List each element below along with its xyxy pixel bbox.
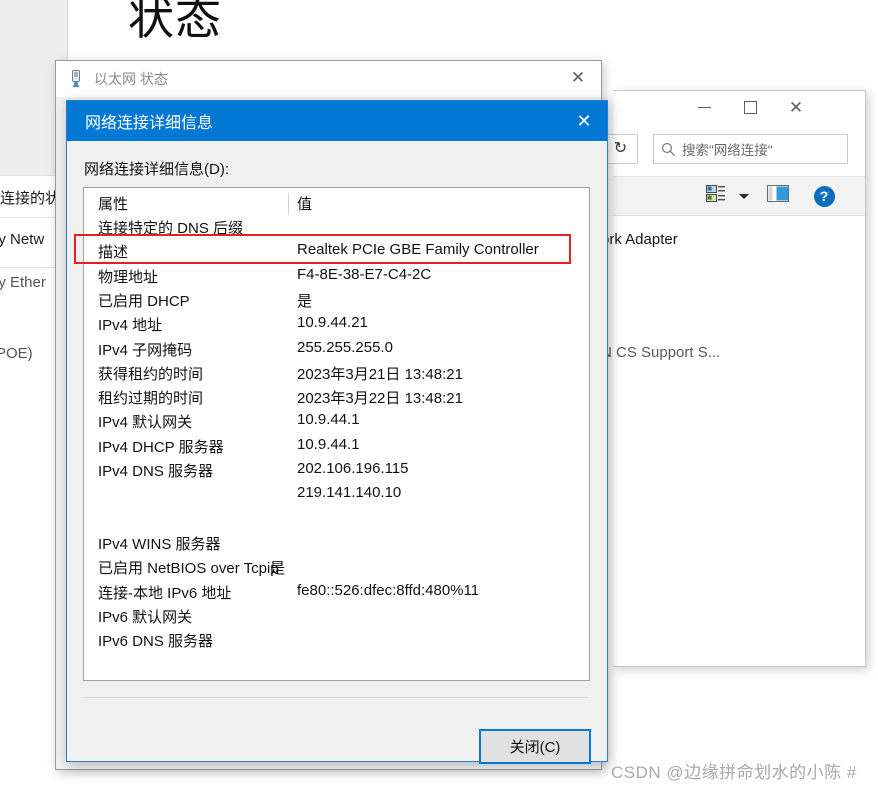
close-button[interactable]: ✕ [555, 61, 601, 95]
minimize-button[interactable] [681, 91, 727, 123]
table-row[interactable]: IPv6 DNS 服务器 [84, 629, 589, 653]
table-row[interactable]: IPv6 默认网关 [84, 605, 589, 629]
page-title: 状态 [128, 0, 222, 44]
address-search-row: ↻ 搜索"网络连接" [604, 129, 865, 176]
row-value: F4-8E-38-E7-C4-2C [297, 265, 432, 283]
row-value: Realtek PCIe GBE Family Controller [297, 241, 539, 259]
network-connection-details-dialog: 网络连接详细信息 ✕ 网络连接详细信息(D): 属性 值 连接特定的 DNS 后… [66, 100, 608, 764]
list-item[interactable]: POE) [0, 345, 33, 362]
row-value: 是 [297, 292, 313, 310]
table-row[interactable]: IPv4 WINS 服务器 [84, 532, 589, 556]
view-mode-dropdown-button[interactable] [735, 181, 753, 211]
table-row[interactable]: 连接特定的 DNS 后缀 [84, 216, 589, 240]
row-property: 物理地址 [98, 268, 159, 286]
row-value: 2023年3月21日 13:48:21 [297, 365, 463, 383]
table-row[interactable]: 已启用 NetBIOS over Tcpip 是 [84, 556, 589, 580]
row-property: IPv6 默认网关 [98, 608, 193, 626]
dialog-title-bar: 网络连接详细信息 ✕ [67, 101, 607, 141]
search-icon [654, 142, 682, 157]
refresh-button[interactable]: ↻ [604, 134, 638, 164]
row-property: 连接特定的 DNS 后缀 [98, 220, 244, 237]
column-header-value: 值 [297, 196, 313, 213]
row-value: 2023年3月22日 13:48:21 [297, 390, 463, 408]
dialog-title: 以太网 状态 [94, 71, 168, 87]
row-property: 已启用 DHCP [98, 292, 190, 310]
table-row[interactable]: 描述 Realtek PCIe GBE Family Controller [84, 240, 589, 264]
view-mode-button[interactable] [703, 181, 729, 211]
maximize-button[interactable] [727, 91, 773, 123]
explorer-window-right: ✕ ↻ 搜索"网络连接" ? ork Adapter N CS Support … [601, 90, 866, 667]
list-item[interactable]: ly Netw [0, 231, 44, 248]
help-icon: ? [813, 185, 835, 207]
maximize-icon [743, 100, 757, 114]
row-value: 10.9.44.21 [297, 314, 368, 332]
row-value: 202.106.196.115 [297, 460, 409, 477]
row-value: 是 [270, 560, 286, 578]
section-label: 网络连接详细信息(D): [84, 161, 229, 178]
footer-divider [83, 697, 588, 698]
preview-pane-icon [767, 185, 789, 207]
column-header-property: 属性 [98, 196, 129, 213]
row-value: 10.9.44.1 [297, 411, 360, 429]
row-property: 连接-本地 IPv6 地址 [98, 584, 232, 602]
row-value: 10.9.44.1 [297, 435, 360, 453]
dialog-body: 网络连接详细信息(D): 属性 值 连接特定的 DNS 后缀 描述 Realtek … [67, 141, 607, 764]
row-property: 已启用 NetBIOS over Tcpip [98, 560, 279, 578]
table-row[interactable]: 连接-本地 IPv6 地址 fe80::526:dfec:8ffd:480%11 [84, 581, 589, 605]
row-value: 219.141.140.10 [297, 484, 402, 502]
table-row[interactable]: 租约过期的时间 2023年3月22日 13:48:21 [84, 386, 589, 410]
close-button-label: 关闭(C) [509, 739, 561, 756]
row-property: IPv4 DHCP 服务器 [98, 438, 224, 456]
preview-pane-button[interactable] [763, 181, 793, 211]
row-property: IPv4 默认网关 [98, 414, 193, 432]
ethernet-connector-icon [68, 70, 84, 88]
table-row[interactable]: IPv4 子网掩码 255.255.255.0 [84, 338, 589, 362]
close-dialog-button[interactable]: 关闭(C) [479, 729, 591, 764]
row-value: fe80::526:dfec:8ffd:480%11 [297, 581, 480, 599]
close-button[interactable]: ✕ [561, 101, 607, 141]
watermark-text: CSDN @边缘拼命划水的小陈 # [611, 763, 857, 782]
close-icon: ✕ [570, 68, 586, 87]
table-row[interactable] [84, 508, 589, 532]
close-icon: ✕ [576, 110, 592, 131]
table-row[interactable]: IPv4 DHCP 服务器 10.9.44.1 [84, 435, 589, 459]
table-row[interactable]: 物理地址 F4-8E-38-E7-C4-2C [84, 265, 589, 289]
dialog-title: 网络连接详细信息 [85, 115, 214, 132]
row-property: 租约过期的时间 [98, 390, 204, 408]
details-list[interactable]: 属性 值 连接特定的 DNS 后缀 描述 Realtek PCIe GBE Fami… [83, 187, 590, 681]
table-row[interactable]: 已启用 DHCP 是 [84, 289, 589, 313]
close-icon: ✕ [788, 97, 804, 117]
dialog-title-bar: 以太网 状态 ✕ [56, 61, 601, 97]
refresh-icon: ↻ [613, 140, 628, 157]
table-row[interactable]: 获得租约的时间 2023年3月21日 13:48:21 [84, 362, 589, 386]
chevron-down-icon [739, 193, 749, 199]
view-mode-icon [706, 184, 726, 208]
window-caption-bar: ✕ [613, 91, 865, 129]
search-input[interactable]: 搜索"网络连接" [653, 134, 848, 164]
row-property: 描述 [98, 244, 129, 262]
row-value: 255.255.255.0 [297, 338, 393, 356]
service-name-text: N CS Support S... [601, 344, 721, 361]
row-property: IPv6 DNS 服务器 [98, 633, 214, 651]
row-property: IPv4 WINS 服务器 [98, 535, 221, 553]
list-item[interactable]: ly Ether [0, 274, 46, 291]
explorer-toolbar: ? [613, 176, 865, 216]
close-button[interactable]: ✕ [773, 91, 819, 123]
table-row[interactable]: 219.141.140.10 [84, 483, 589, 507]
row-property: 获得租约的时间 [98, 365, 204, 383]
search-placeholder-text: 搜索"网络连接" [682, 143, 773, 158]
table-row[interactable]: IPv4 地址 10.9.44.21 [84, 313, 589, 337]
row-property: IPv4 子网掩码 [98, 341, 193, 359]
row-property: IPv4 DNS 服务器 [98, 463, 214, 480]
table-header-row: 属性 值 [84, 192, 589, 216]
row-property: IPv4 地址 [98, 317, 163, 335]
minimize-icon [697, 106, 711, 108]
table-row[interactable]: IPv4 默认网关 10.9.44.1 [84, 410, 589, 434]
help-button[interactable]: ? [809, 181, 839, 211]
device-name-text: ork Adapter [601, 231, 678, 248]
table-row[interactable]: IPv4 DNS 服务器 202.106.196.115 [84, 459, 589, 483]
